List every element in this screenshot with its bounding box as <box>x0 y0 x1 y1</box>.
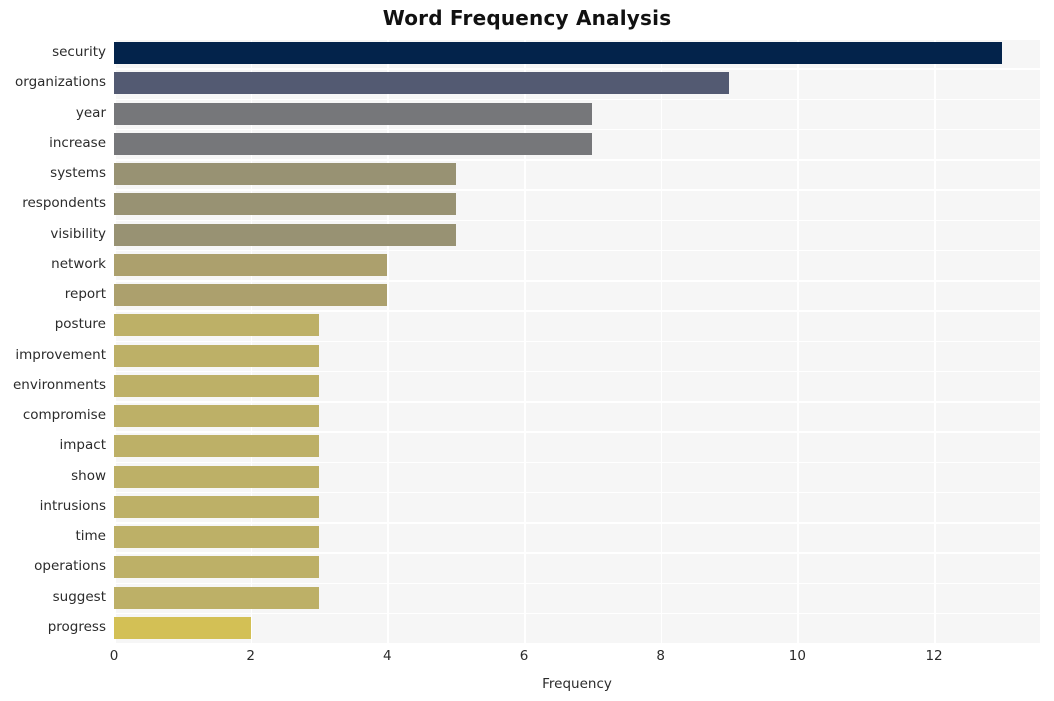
bar <box>114 163 456 186</box>
gridline-horizontal <box>114 431 1040 433</box>
gridline-horizontal <box>114 582 1040 584</box>
bar <box>114 435 320 458</box>
gridline-horizontal <box>114 128 1040 131</box>
y-tick-label: impact <box>59 437 106 454</box>
gridline-horizontal <box>114 552 1040 554</box>
gridline-horizontal <box>114 98 1040 100</box>
x-tick-label: 2 <box>246 648 255 664</box>
gridline-horizontal <box>114 461 1040 463</box>
y-tick-label: improvement <box>15 346 106 363</box>
gridline-horizontal <box>114 310 1040 312</box>
y-tick-label: environments <box>12 376 106 393</box>
bar <box>114 284 388 307</box>
word-frequency-chart: Word Frequency Analysis security organiza… <box>0 0 1054 701</box>
gridline-horizontal <box>114 340 1040 342</box>
gridline-horizontal <box>114 401 1040 403</box>
gridline-horizontal <box>114 370 1040 373</box>
bar <box>114 193 456 216</box>
gridline-horizontal <box>114 68 1040 70</box>
y-tick-label: increase <box>49 134 106 151</box>
bar <box>114 132 593 155</box>
y-tick-label: systems <box>50 165 106 182</box>
bar <box>114 616 251 639</box>
y-tick-label: year <box>75 104 106 121</box>
bar <box>114 526 320 549</box>
gridline-horizontal <box>114 159 1040 161</box>
x-tick-label: 8 <box>656 648 665 664</box>
bar <box>114 405 320 428</box>
gridline-horizontal <box>114 280 1040 282</box>
bar <box>114 42 1003 65</box>
plot-area <box>114 38 1040 643</box>
y-tick-label: operations <box>34 558 106 575</box>
x-tick-label: 6 <box>519 648 529 664</box>
bar <box>114 556 320 579</box>
y-tick-label: network <box>51 255 106 272</box>
y-tick-label: security <box>52 44 106 61</box>
gridline-horizontal <box>114 612 1040 615</box>
gridline-horizontal <box>114 219 1040 221</box>
y-tick-label: intrusions <box>39 497 106 514</box>
y-tick-label: progress <box>47 618 106 635</box>
y-tick-label: visibility <box>50 225 106 242</box>
bar <box>114 223 456 246</box>
bar <box>114 374 320 397</box>
bar <box>114 465 320 488</box>
y-tick-label: respondents <box>22 195 106 212</box>
y-axis: security organizations year increase systems… <box>0 38 106 643</box>
bar <box>114 102 593 125</box>
x-tick-label: 0 <box>109 648 119 664</box>
y-tick-label: suggest <box>52 588 106 605</box>
x-tick-label: 4 <box>383 648 392 664</box>
chart-title: Word Frequency Analysis <box>382 6 672 30</box>
y-tick-label: report <box>64 286 106 303</box>
y-tick-label: compromise <box>22 407 106 424</box>
x-axis-label: Frequency <box>542 676 612 692</box>
bar <box>114 344 320 367</box>
x-tick-label: 12 <box>925 648 943 664</box>
bar <box>114 314 320 337</box>
y-tick-label: organizations <box>15 74 106 91</box>
y-tick-label: time <box>75 528 106 545</box>
y-tick-label: posture <box>54 316 106 333</box>
gridline-horizontal <box>114 38 1040 40</box>
bar <box>114 586 320 609</box>
y-tick-label: show <box>71 467 106 484</box>
gridline-horizontal <box>114 491 1040 494</box>
x-tick-label: 10 <box>788 648 806 664</box>
x-axis: Frequency 0 2 4 6 8 10 12 <box>0 643 1054 701</box>
gridline-horizontal <box>114 249 1040 252</box>
bar <box>114 495 320 518</box>
bar <box>114 253 388 276</box>
gridline-horizontal <box>114 522 1040 524</box>
gridline-horizontal <box>114 189 1040 191</box>
bar <box>114 72 730 95</box>
